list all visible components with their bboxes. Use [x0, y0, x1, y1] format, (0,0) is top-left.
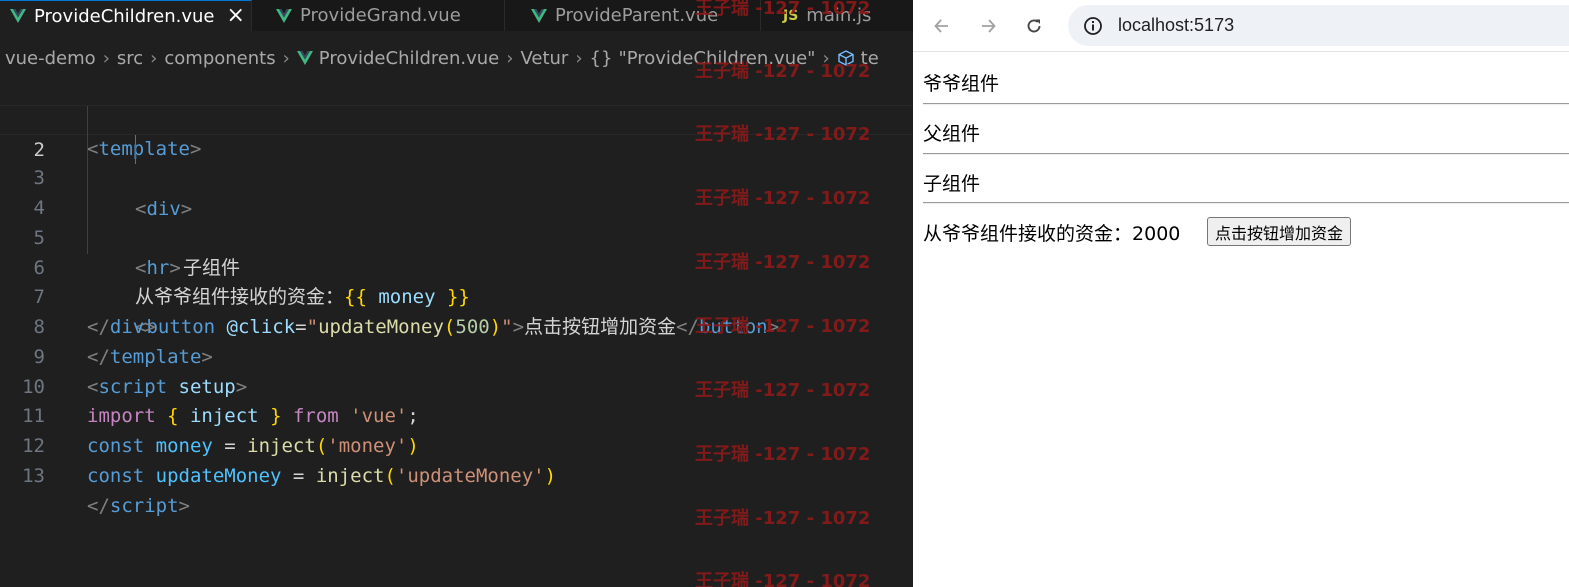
indent-guide: [87, 194, 88, 224]
token: =: [292, 464, 316, 487]
grand-component-label: 爷爷组件: [923, 73, 1000, 95]
money-value: 2000: [1132, 223, 1181, 245]
token: const: [87, 464, 145, 487]
reload-button[interactable]: [1019, 11, 1049, 41]
tab-label: ProvideChildren.vue: [34, 5, 215, 27]
indent-guide: [135, 134, 136, 165]
url-text: localhost:5173: [1118, 15, 1235, 35]
chevron-right-icon: ›: [102, 47, 110, 69]
watermark: 王子瑞 -127 - 1072: [695, 61, 871, 82]
watermark: 王子瑞 -127 - 1072: [695, 252, 871, 273]
token: (: [384, 464, 396, 487]
chevron-right-icon: ›: [150, 47, 158, 69]
watermark: 王子瑞 -127 - 1072: [695, 380, 871, 401]
vue-icon: [296, 51, 313, 65]
breadcrumb-item[interactable]: ProvideChildren.vue: [319, 48, 499, 69]
breadcrumb-item[interactable]: src: [117, 48, 143, 69]
vue-icon: [531, 8, 547, 23]
tab-provide-grand[interactable]: ProvideGrand.vue: [252, 0, 505, 31]
token: </: [87, 494, 110, 517]
breadcrumb-item[interactable]: vue-demo: [5, 48, 96, 69]
breadcrumb-item[interactable]: Vetur: [520, 48, 568, 69]
watermark: 王子瑞 -127 - 1072: [695, 316, 871, 337]
token: updateMoney: [144, 464, 293, 487]
indent-guide: [87, 105, 88, 136]
browser-window: localhost:5173 爷爷组件 父组件 子组件 从爷爷组件接收的资金：2…: [913, 0, 1569, 587]
close-icon[interactable]: ×: [226, 5, 244, 27]
token: inject: [315, 464, 385, 487]
braces-icon: {}: [589, 47, 613, 69]
vue-icon: [10, 9, 26, 23]
chevron-right-icon: ›: [506, 47, 514, 69]
reload-icon: [1027, 19, 1041, 33]
watermark: 王子瑞 -127 - 1072: [695, 571, 871, 587]
code-line: 12 const updateMoney = inject('updateMon…: [0, 402, 913, 487]
browser-toolbar: localhost:5173: [913, 0, 1569, 52]
code-line: 10 import { inject } from 'vue';: [0, 343, 913, 428]
indent-guide: [87, 164, 88, 194]
chevron-right-icon: ›: [282, 47, 290, 69]
forward-button[interactable]: [973, 11, 1003, 41]
token: script: [109, 494, 179, 517]
breadcrumb-item[interactable]: components: [164, 48, 275, 69]
watermark: 王子瑞 -127 - 1072: [695, 444, 871, 465]
indent-guide: [87, 223, 88, 254]
add-money-button[interactable]: 点击按钮增加资金: [1207, 217, 1352, 246]
divider: [923, 153, 1569, 155]
watermark: 王子瑞 -127 - 1072: [695, 508, 871, 529]
vue-icon: [276, 8, 292, 23]
tab-label: ProvideParent.vue: [555, 5, 719, 26]
back-button[interactable]: [927, 11, 957, 41]
money-text: 从爷爷组件接收的资金：2000: [923, 219, 1180, 246]
line-number: 13: [22, 464, 45, 487]
watermark: 王子瑞 -127 - 1072: [695, 0, 871, 19]
tab-label: ProvideGrand.vue: [300, 5, 461, 26]
token: >: [178, 494, 190, 517]
code-line: 8 </template>: [0, 283, 913, 368]
parent-component-label: 父组件: [923, 123, 981, 145]
child-component-label: 子组件: [923, 173, 981, 195]
indent-guide: [87, 134, 88, 165]
arrow-right-icon: [982, 19, 996, 33]
token: ): [544, 464, 557, 487]
arrow-left-icon: [934, 19, 948, 33]
watermark: 王子瑞 -127 - 1072: [695, 188, 871, 209]
money-prefix: 从爷爷组件接收的资金：: [923, 223, 1133, 245]
divider: [923, 103, 1569, 105]
tab-provide-children[interactable]: ProvideChildren.vue ×: [0, 0, 252, 31]
chevron-right-icon: ›: [575, 47, 583, 69]
watermark: 王子瑞 -127 - 1072: [695, 124, 871, 145]
divider: [923, 202, 1569, 204]
address-bar[interactable]: localhost:5173: [1068, 5, 1569, 46]
code-editor: ProvideChildren.vue × ProvideGrand.vue P…: [0, 0, 913, 587]
site-info-icon[interactable]: [1082, 15, 1104, 37]
token: 'updateMoney': [395, 464, 545, 487]
